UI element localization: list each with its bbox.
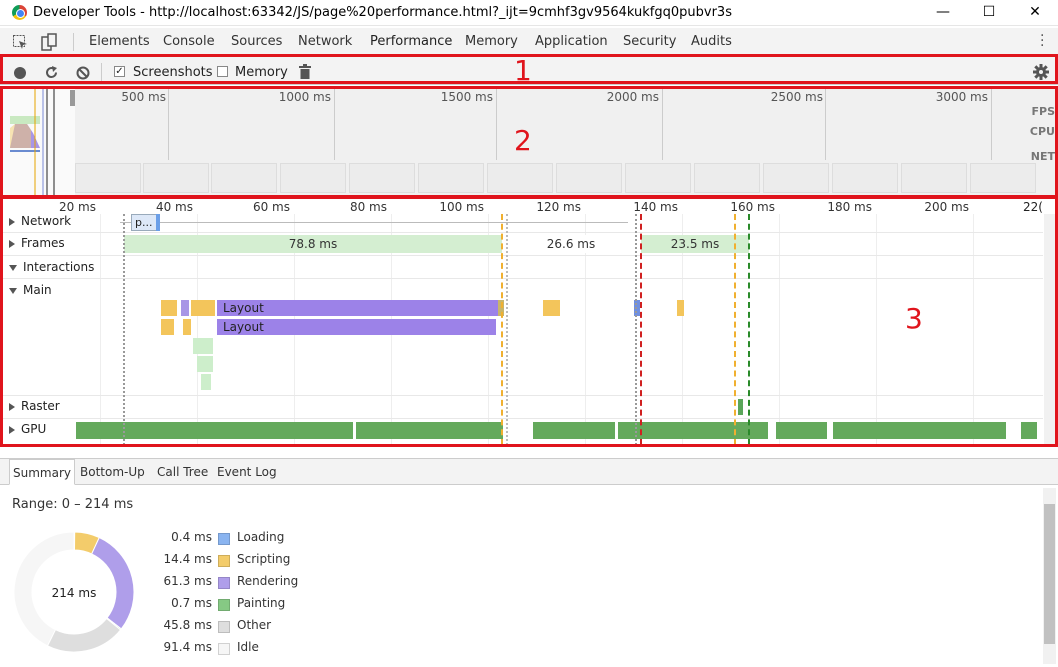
- tab-sources[interactable]: Sources: [231, 34, 282, 49]
- donut-slice-rendering: [91, 536, 135, 630]
- tab-event-log[interactable]: Event Log: [214, 459, 280, 485]
- summary-panel: Range: 0 – 214 ms 214 ms 0.4 ms Loading …: [0, 486, 1058, 667]
- legend-name: Other: [237, 618, 272, 632]
- legend-swatch: [218, 643, 230, 655]
- legend-name: Painting: [237, 596, 286, 610]
- annotation-box-3: [0, 196, 1058, 447]
- inspect-element-icon[interactable]: [12, 34, 28, 50]
- maximize-button[interactable]: ☐: [966, 0, 1012, 26]
- legend-value: 91.4 ms: [163, 640, 212, 654]
- legend-swatch: [218, 599, 230, 611]
- summary-scrollbar[interactable]: [1043, 488, 1056, 664]
- annotation-label-3: 3: [905, 302, 923, 335]
- toolbar-divider: [73, 33, 74, 51]
- legend-value: 61.3 ms: [163, 574, 212, 588]
- tab-performance[interactable]: Performance: [370, 34, 452, 49]
- legend-value: 45.8 ms: [163, 618, 212, 632]
- tab-elements[interactable]: Elements: [89, 34, 150, 49]
- tab-call-tree[interactable]: Call Tree: [154, 459, 211, 485]
- legend-value: 14.4 ms: [163, 552, 212, 566]
- legend-name: Rendering: [237, 574, 299, 588]
- legend-value: 0.4 ms: [171, 530, 212, 544]
- more-options-icon[interactable]: · · ·: [1040, 29, 1044, 53]
- legend-name: Scripting: [237, 552, 291, 566]
- legend-swatch: [218, 555, 230, 567]
- tab-bottom-up[interactable]: Bottom-Up: [77, 459, 148, 485]
- window-title: Developer Tools - http://localhost:63342…: [33, 5, 732, 20]
- legend-name: Idle: [237, 640, 259, 654]
- close-window-button[interactable]: ✕: [1012, 0, 1058, 26]
- tab-console[interactable]: Console: [163, 34, 215, 49]
- tab-audits[interactable]: Audits: [691, 34, 732, 49]
- legend-name: Loading: [237, 530, 285, 544]
- donut-total-label: 214 ms: [51, 586, 97, 600]
- tab-network[interactable]: Network: [298, 34, 352, 49]
- scrollbar-thumb[interactable]: [1044, 504, 1055, 644]
- annotation-label-2: 2: [514, 124, 532, 157]
- range-label: Range: 0 – 214 ms: [12, 497, 134, 512]
- tab-summary[interactable]: Summary: [9, 459, 75, 485]
- tab-security[interactable]: Security: [623, 34, 676, 49]
- legend-swatch: [218, 577, 230, 589]
- devtools-tab-bar: Elements Console Sources Network Perform…: [0, 28, 1058, 56]
- donut-slice-other: [46, 617, 122, 653]
- details-tab-bar: Summary Bottom-Up Call Tree Event Log: [0, 458, 1058, 485]
- annotation-label-1: 1: [514, 54, 532, 87]
- legend-swatch: [218, 533, 230, 545]
- window-title-bar: Developer Tools - http://localhost:63342…: [0, 0, 1058, 26]
- minimize-button[interactable]: —: [920, 0, 966, 26]
- legend-swatch: [218, 621, 230, 633]
- device-toolbar-icon[interactable]: [40, 33, 58, 51]
- tab-application[interactable]: Application: [535, 34, 608, 49]
- tab-memory[interactable]: Memory: [465, 34, 518, 49]
- legend-value: 0.7 ms: [171, 596, 212, 610]
- chrome-logo-icon: [12, 5, 27, 20]
